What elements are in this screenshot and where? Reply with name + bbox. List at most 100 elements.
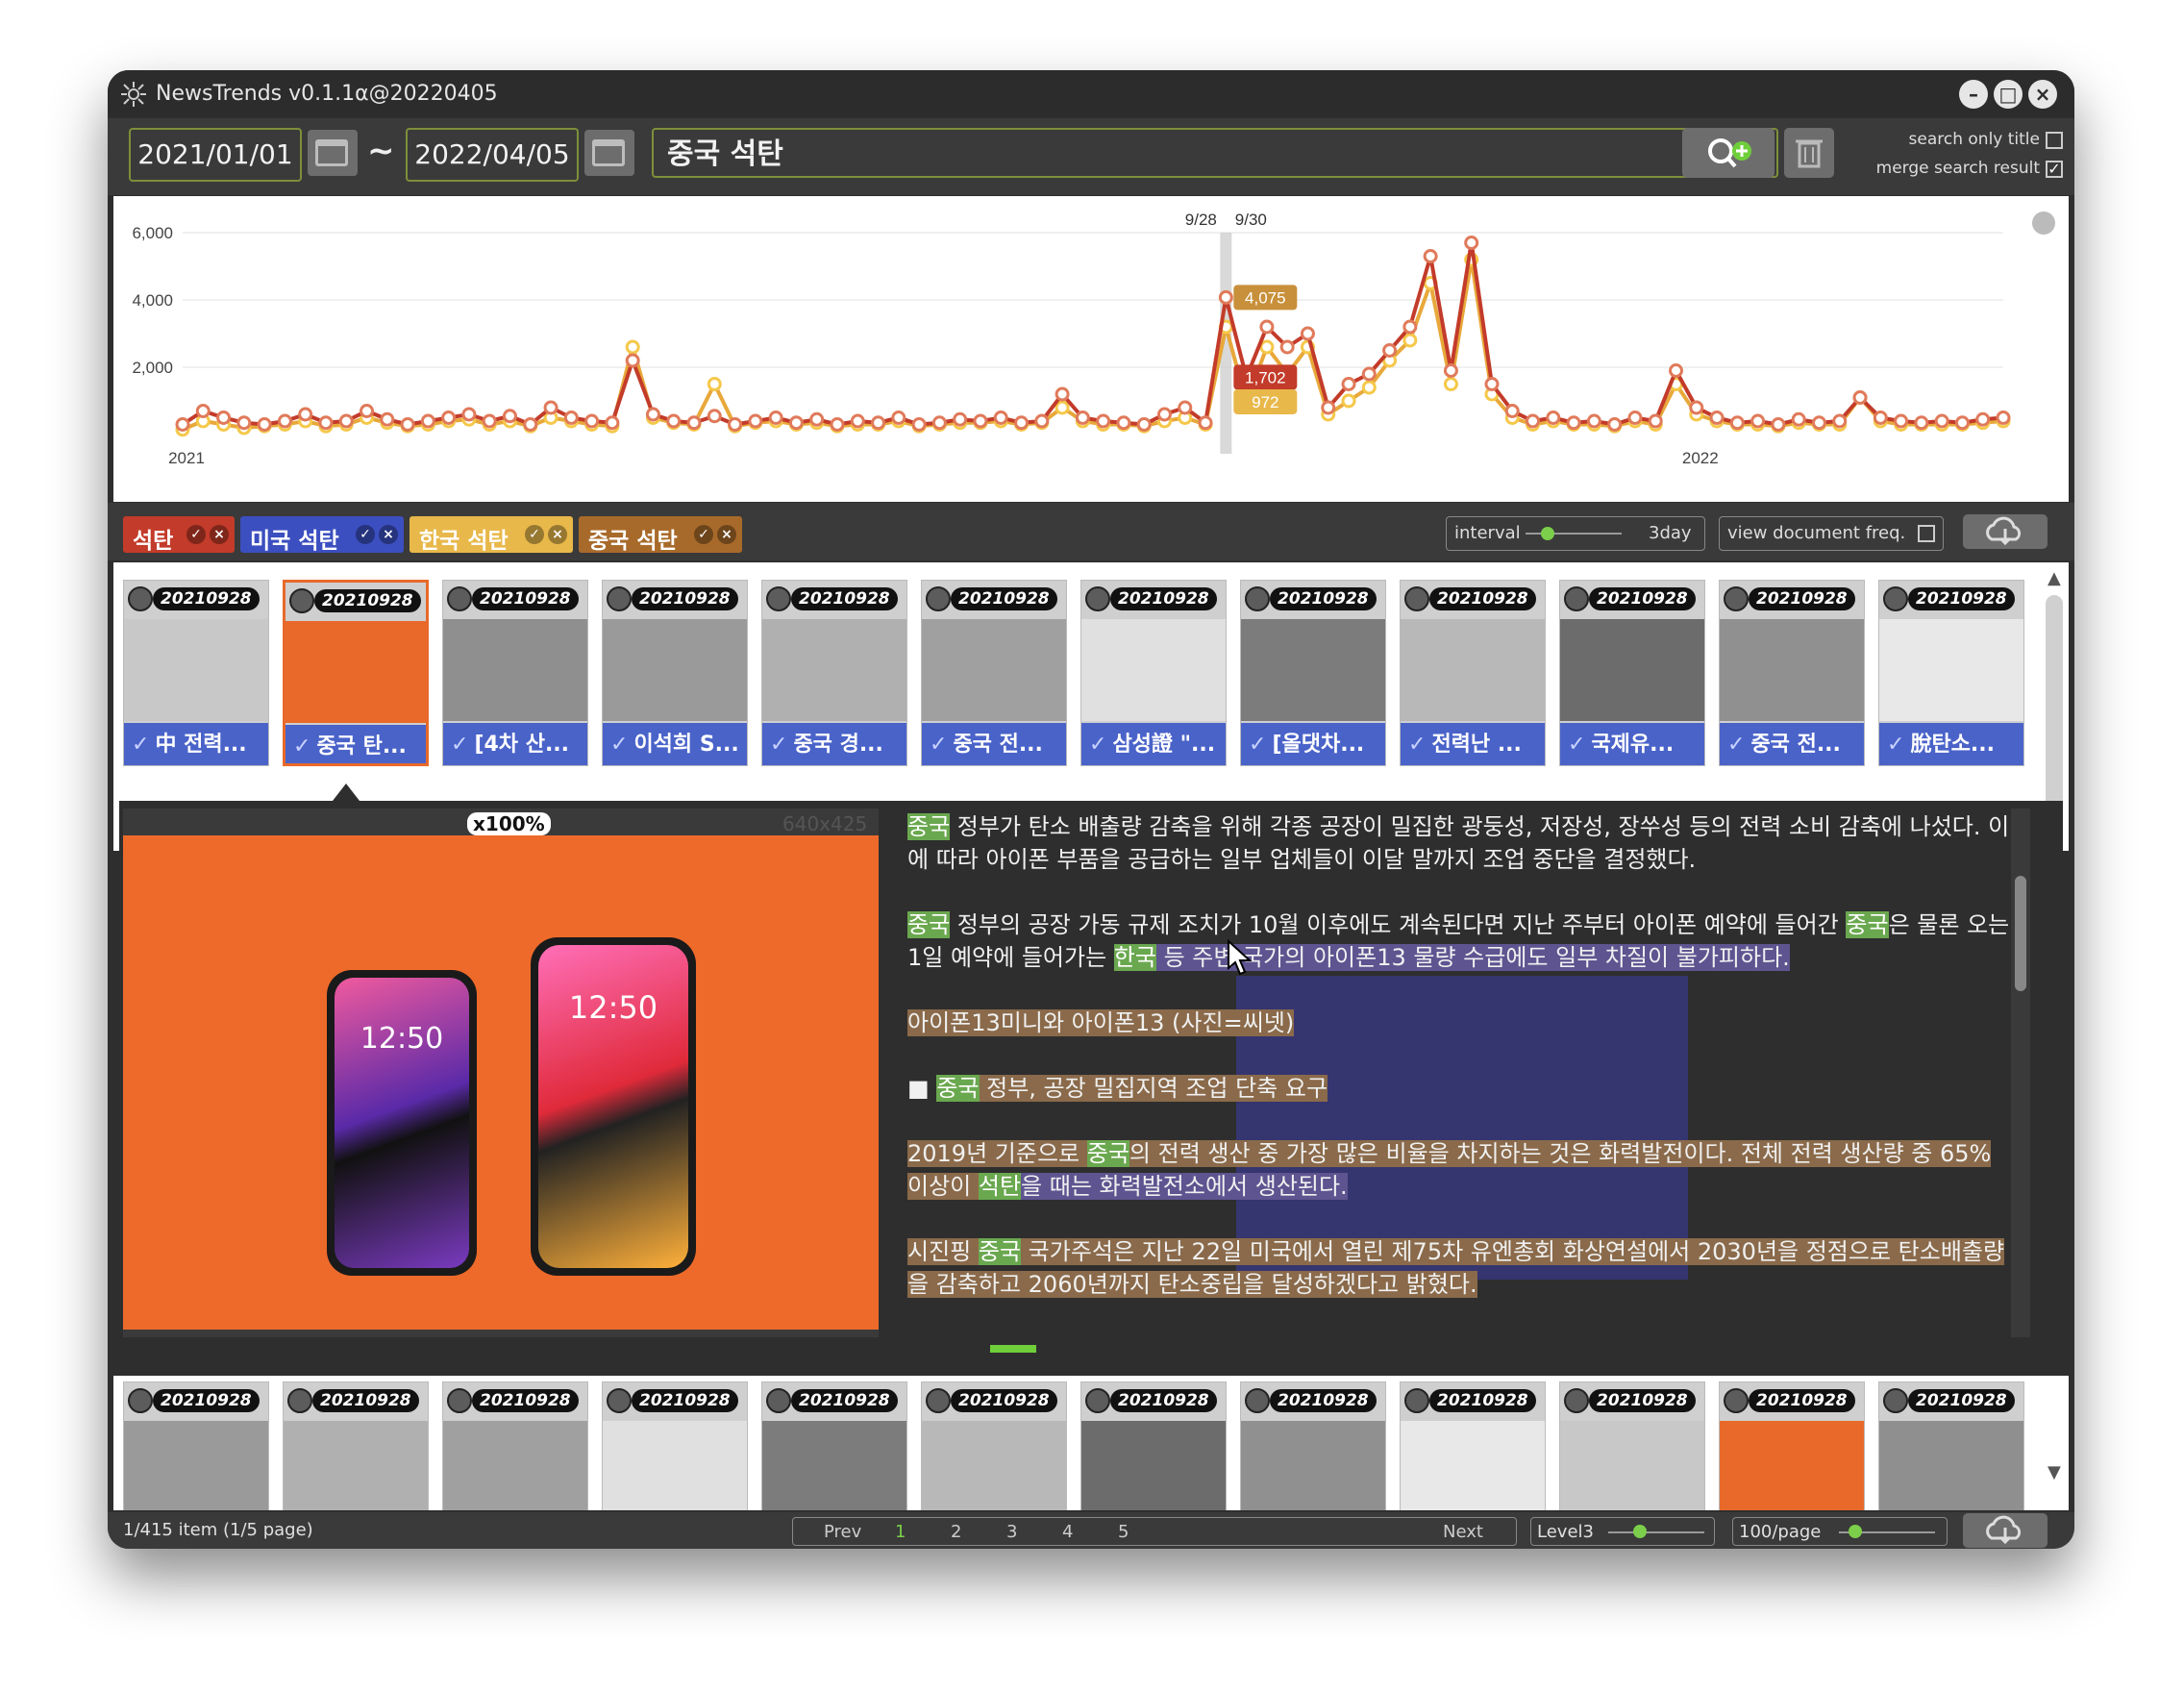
scroll-up-arrow[interactable]: ▲	[2048, 568, 2061, 588]
tag-remove-icon[interactable]: ×	[210, 525, 229, 544]
data-point[interactable]	[195, 404, 211, 418]
data-point[interactable]	[1321, 400, 1336, 415]
page-5-button[interactable]: 5	[1118, 1522, 1129, 1542]
page-4-button[interactable]: 4	[1062, 1522, 1073, 1542]
article-thumbnail[interactable]: 20210928 ✓ [4차 산...	[442, 580, 588, 766]
checkmark-icon[interactable]: ✓	[1089, 733, 1106, 757]
data-point[interactable]	[1341, 393, 1356, 409]
tag-check-icon[interactable]: ✓	[525, 525, 544, 544]
data-point[interactable]	[216, 411, 232, 425]
scroll-down-arrow[interactable]: ▼	[2048, 1462, 2061, 1482]
data-point[interactable]	[891, 411, 906, 425]
level-thumb[interactable]	[1633, 1525, 1647, 1538]
minimize-button[interactable]: –	[1959, 80, 1988, 109]
data-point[interactable]	[1934, 413, 1949, 429]
view-doc-freq-checkbox[interactable]	[1918, 525, 1935, 542]
data-point[interactable]	[1361, 366, 1377, 382]
page-3-button[interactable]: 3	[1006, 1522, 1017, 1542]
close-button[interactable]: ×	[2028, 80, 2057, 109]
data-point[interactable]	[1136, 417, 1152, 432]
article-thumbnail[interactable]: 20210928	[602, 1381, 748, 1510]
data-point[interactable]	[1443, 377, 1458, 391]
article-thumbnail[interactable]: 20210928 ✓ 중국 탄...	[283, 580, 429, 766]
data-point[interactable]	[707, 409, 722, 424]
data-point[interactable]	[809, 411, 825, 427]
data-point[interactable]	[1566, 415, 1581, 431]
data-point[interactable]	[1975, 411, 1991, 427]
data-point[interactable]	[1648, 413, 1663, 429]
search-input[interactable]: 중국 석탄	[652, 128, 1778, 178]
data-point[interactable]	[1096, 413, 1111, 429]
data-point[interactable]	[1996, 411, 2011, 425]
data-point[interactable]	[482, 413, 497, 429]
checkmark-icon[interactable]: ✓	[293, 734, 310, 759]
data-point[interactable]	[380, 411, 395, 427]
data-point[interactable]	[830, 417, 845, 432]
checkmark-icon[interactable]: ✓	[770, 733, 787, 757]
data-point[interactable]	[1218, 289, 1233, 305]
tag-check-icon[interactable]: ✓	[694, 525, 713, 544]
data-point[interactable]	[1055, 400, 1070, 415]
data-point[interactable]	[441, 411, 457, 425]
data-point[interactable]	[543, 400, 558, 415]
checkmark-icon[interactable]: ✓	[1249, 733, 1266, 757]
page-1-button[interactable]: 1	[895, 1522, 906, 1542]
data-point[interactable]	[1259, 319, 1275, 335]
article-thumbnail[interactable]: 20210928	[1878, 1381, 2024, 1510]
data-point[interactable]	[1791, 411, 1806, 427]
article-thumbnail[interactable]: 20210928	[1080, 1381, 1227, 1510]
keyword-tag[interactable]: 미국 석탄 ✓ ×	[240, 516, 404, 554]
data-point[interactable]	[1075, 411, 1090, 425]
data-point[interactable]	[1300, 326, 1315, 341]
article-thumbnail[interactable]: 20210928	[1400, 1381, 1546, 1510]
delete-button[interactable]	[1784, 128, 1834, 178]
interval-slider[interactable]: interval 3day	[1446, 516, 1705, 551]
data-point[interactable]	[1402, 319, 1418, 335]
data-point[interactable]	[1034, 413, 1050, 429]
data-point[interactable]	[1709, 411, 1725, 425]
article-thumbnail[interactable]: 20210928 ✓ [올댓차...	[1240, 580, 1386, 766]
search-only-title-checkbox[interactable]	[2046, 132, 2063, 149]
data-point[interactable]	[1771, 417, 1786, 432]
level-slider[interactable]: Level3	[1530, 1517, 1715, 1546]
data-point[interactable]	[931, 415, 947, 431]
data-point[interactable]	[1729, 415, 1745, 431]
maximize-button[interactable]: □	[1994, 80, 2023, 109]
checkmark-icon[interactable]: ✓	[610, 733, 628, 757]
data-point[interactable]	[175, 417, 190, 432]
tag-remove-icon[interactable]: ×	[548, 525, 567, 544]
checkmark-icon[interactable]: ✓	[1887, 733, 1904, 757]
data-point[interactable]	[1894, 413, 1909, 429]
data-point[interactable]	[625, 353, 640, 368]
data-point[interactable]	[318, 415, 334, 431]
article-thumbnail[interactable]: 20210928 ✓ 중국 전...	[921, 580, 1067, 766]
article-thumbnail[interactable]: 20210928	[921, 1381, 1067, 1510]
article-thumbnail[interactable]: 20210928 ✓ 脫탄소...	[1878, 580, 2024, 766]
data-point[interactable]	[1750, 413, 1766, 429]
data-point[interactable]	[707, 377, 722, 391]
checkmark-icon[interactable]: ✓	[1568, 733, 1585, 757]
data-point[interactable]	[1669, 363, 1684, 378]
data-point[interactable]	[728, 417, 743, 432]
data-point[interactable]	[1198, 415, 1213, 431]
article-thumbnail[interactable]: 20210928	[283, 1381, 429, 1510]
chart-settings-dot[interactable]	[2032, 212, 2055, 235]
article-thumbnail[interactable]: 20210928	[1559, 1381, 1705, 1510]
data-point[interactable]	[1361, 380, 1377, 395]
data-point[interactable]	[1689, 400, 1704, 415]
end-calendar-icon[interactable]	[584, 130, 634, 176]
data-point[interactable]	[360, 404, 375, 418]
per-page-thumb[interactable]	[1849, 1525, 1862, 1538]
data-point[interactable]	[1586, 413, 1601, 429]
tag-check-icon[interactable]: ✓	[186, 525, 206, 544]
add-search-button[interactable]	[1682, 128, 1774, 178]
data-point[interactable]	[605, 415, 620, 431]
article-thumbnail[interactable]: 20210928 ✓ 전력난 ...	[1400, 580, 1546, 766]
tag-remove-icon[interactable]: ×	[717, 525, 736, 544]
data-point[interactable]	[563, 411, 579, 425]
data-point[interactable]	[1341, 377, 1356, 391]
data-point[interactable]	[1546, 411, 1561, 425]
data-point[interactable]	[461, 407, 477, 422]
keyword-tag[interactable]: 한국 석탄 ✓ ×	[410, 516, 573, 554]
checkmark-icon[interactable]: ✓	[1408, 733, 1426, 757]
